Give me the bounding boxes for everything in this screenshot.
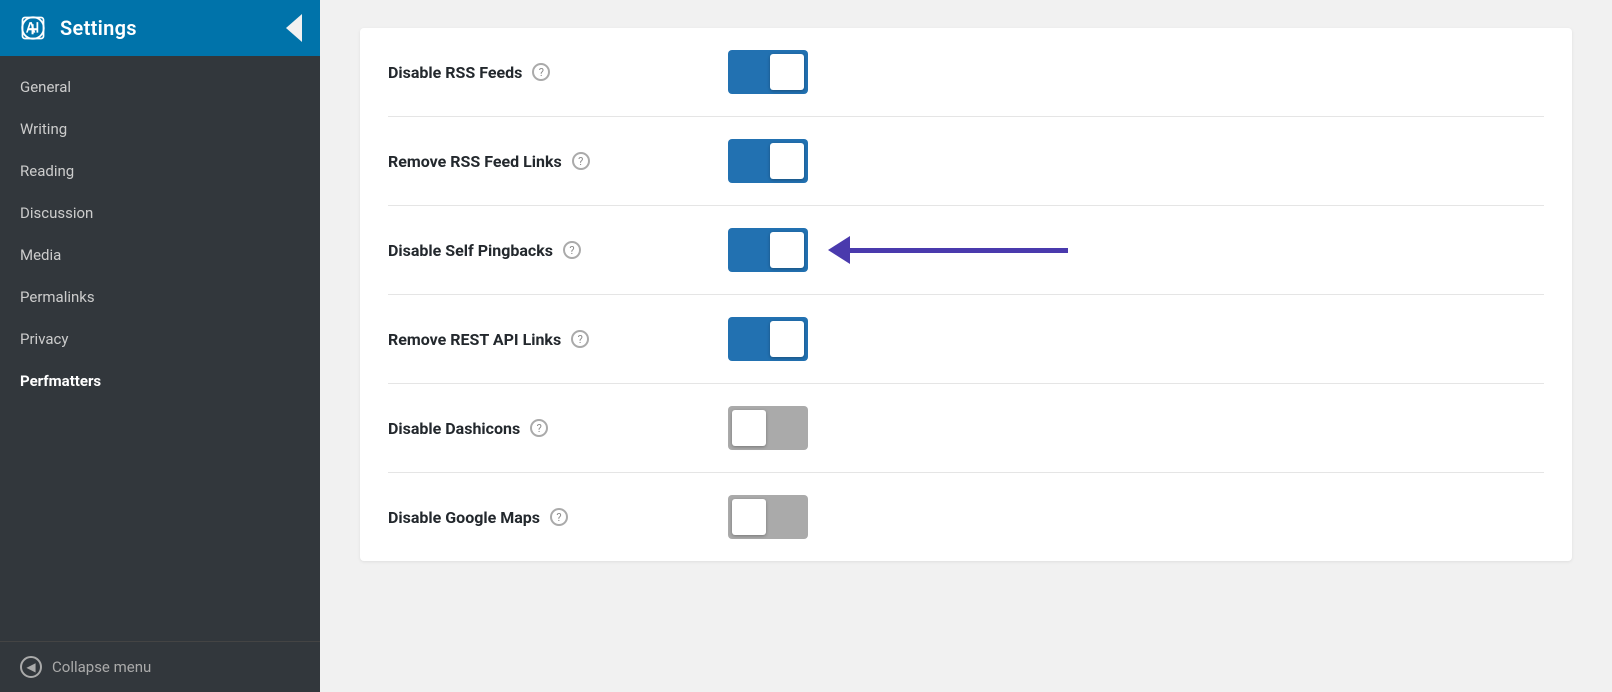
- collapse-icon: ◀: [20, 656, 42, 678]
- setting-row-disable-rss-feeds: Disable RSS Feeds ?: [388, 28, 1544, 117]
- help-icon-remove-rss-feed-links[interactable]: ?: [572, 152, 590, 170]
- setting-row-remove-rss-feed-links: Remove RSS Feed Links ?: [388, 117, 1544, 206]
- sidebar-item-discussion[interactable]: Discussion: [0, 192, 320, 234]
- toggle-disable-dashicons[interactable]: [728, 406, 808, 450]
- collapse-menu-button[interactable]: ◀ Collapse menu: [0, 641, 320, 692]
- sidebar-header: ✛ Settings: [0, 0, 320, 56]
- help-icon-disable-dashicons[interactable]: ?: [530, 419, 548, 437]
- wp-logo-icon: ✛: [18, 13, 48, 43]
- sidebar: ✛ Settings General Writing Reading Discu…: [0, 0, 320, 692]
- help-icon-disable-self-pingbacks[interactable]: ?: [563, 241, 581, 259]
- sidebar-item-permalinks[interactable]: Permalinks: [0, 276, 320, 318]
- sidebar-item-privacy[interactable]: Privacy: [0, 318, 320, 360]
- arrow-annotation: [828, 236, 1068, 264]
- toggle-disable-self-pingbacks[interactable]: [728, 228, 808, 272]
- sidebar-item-reading[interactable]: Reading: [0, 150, 320, 192]
- toggle-remove-rss-feed-links[interactable]: [728, 139, 808, 183]
- sidebar-collapse-arrow: [286, 14, 302, 42]
- help-icon-remove-rest-api-links[interactable]: ?: [571, 330, 589, 348]
- setting-row-disable-dashicons: Disable Dashicons ?: [388, 384, 1544, 473]
- sidebar-item-general[interactable]: General: [0, 66, 320, 108]
- sidebar-title: Settings: [60, 16, 137, 40]
- sidebar-nav: General Writing Reading Discussion Media…: [0, 56, 320, 641]
- sidebar-item-perfmatters[interactable]: Perfmatters: [0, 360, 320, 402]
- help-icon-disable-rss-feeds[interactable]: ?: [532, 63, 550, 81]
- svg-text:✛: ✛: [27, 22, 38, 37]
- sidebar-item-media[interactable]: Media: [0, 234, 320, 276]
- main-content: Disable RSS Feeds ? Remove RSS Feed Link…: [320, 0, 1612, 692]
- setting-label-disable-rss-feeds: Disable RSS Feeds ?: [388, 63, 728, 82]
- toggle-track: [728, 228, 808, 272]
- settings-card: Disable RSS Feeds ? Remove RSS Feed Link…: [360, 28, 1572, 561]
- collapse-menu-label: Collapse menu: [52, 658, 151, 676]
- sidebar-item-writing[interactable]: Writing: [0, 108, 320, 150]
- toggle-disable-rss-feeds[interactable]: [728, 50, 808, 94]
- toggle-disable-google-maps[interactable]: [728, 495, 808, 539]
- toggle-track: [728, 406, 808, 450]
- toggle-remove-rest-api-links[interactable]: [728, 317, 808, 361]
- toggle-track: [728, 50, 808, 94]
- toggle-track: [728, 139, 808, 183]
- setting-label-remove-rss-feed-links: Remove RSS Feed Links ?: [388, 152, 728, 171]
- toggle-track: [728, 317, 808, 361]
- setting-label-disable-dashicons: Disable Dashicons ?: [388, 419, 728, 438]
- arrow-line: [848, 248, 1068, 253]
- setting-row-disable-google-maps: Disable Google Maps ?: [388, 473, 1544, 561]
- toggle-thumb: [732, 410, 766, 446]
- setting-row-disable-self-pingbacks: Disable Self Pingbacks ?: [388, 206, 1544, 295]
- setting-label-disable-google-maps: Disable Google Maps ?: [388, 508, 728, 527]
- setting-label-remove-rest-api-links: Remove REST API Links ?: [388, 330, 728, 349]
- arrow-head: [828, 236, 850, 264]
- toggle-thumb: [770, 232, 804, 268]
- toggle-track: [728, 495, 808, 539]
- help-icon-disable-google-maps[interactable]: ?: [550, 508, 568, 526]
- toggle-thumb: [732, 499, 766, 535]
- toggle-thumb: [770, 54, 804, 90]
- toggle-thumb: [770, 321, 804, 357]
- setting-row-remove-rest-api-links: Remove REST API Links ?: [388, 295, 1544, 384]
- toggle-thumb: [770, 143, 804, 179]
- setting-label-disable-self-pingbacks: Disable Self Pingbacks ?: [388, 241, 728, 260]
